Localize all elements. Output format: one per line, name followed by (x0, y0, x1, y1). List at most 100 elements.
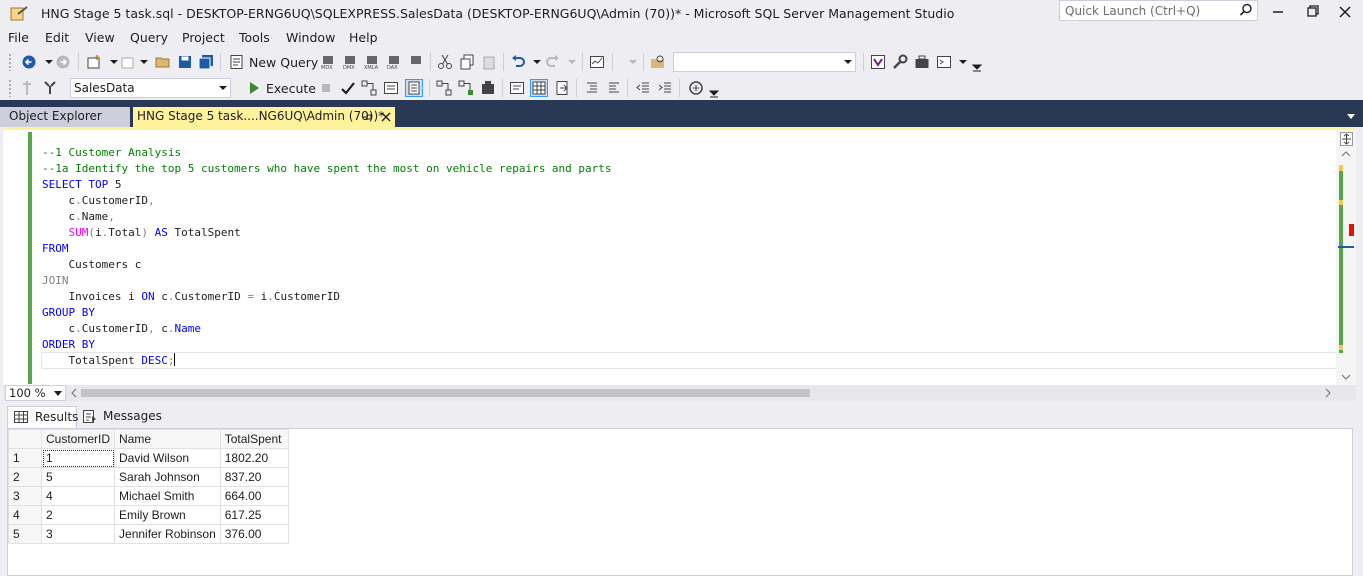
chevron-down-icon[interactable] (564, 54, 580, 70)
row-number[interactable]: 4 (8, 505, 42, 525)
results-to-file-icon[interactable] (554, 80, 570, 96)
cell-name[interactable]: Sarah Johnson (114, 467, 221, 487)
menu-file[interactable]: File (8, 30, 29, 45)
mdx-query-icon[interactable]: MDX (320, 54, 336, 70)
stop-icon[interactable] (318, 80, 334, 96)
code-line[interactable]: SELECT TOP 5 (42, 177, 612, 193)
chevron-down-icon[interactable] (625, 54, 641, 70)
code-line[interactable]: c.CustomerID, c.Name (42, 321, 612, 337)
toolbox-icon[interactable] (914, 54, 930, 70)
new-query-icon[interactable] (229, 54, 245, 70)
cell-totalspent[interactable]: 664.00 (219, 486, 289, 506)
find-combo[interactable] (673, 52, 856, 72)
table-row[interactable]: 2 5 Sarah Johnson 837.20 (8, 467, 289, 487)
tab-object-explorer[interactable]: Object Explorer (0, 107, 130, 127)
comment-out-icon[interactable] (584, 80, 600, 96)
code-line[interactable]: c.Name, (42, 209, 612, 225)
live-stats-icon[interactable] (480, 80, 496, 96)
editor-vertical-scrollbar[interactable] (1336, 130, 1356, 385)
column-header-totalspent[interactable]: TotalSpent (219, 429, 289, 449)
chevron-down-icon[interactable] (529, 54, 545, 70)
code-line[interactable]: Invoices i ON c.CustomerID = i.CustomerI… (42, 289, 612, 305)
table-row[interactable]: 4 2 Emily Brown 617.25 (8, 505, 289, 525)
code-line[interactable]: TotalSpent DESC; (42, 353, 612, 369)
activity-monitor-icon[interactable] (589, 54, 605, 70)
query-options-icon[interactable] (383, 80, 399, 96)
code-line[interactable]: c.CustomerID, (42, 193, 612, 209)
row-number[interactable]: 2 (8, 467, 42, 487)
estimated-plan-icon[interactable] (436, 80, 452, 96)
forward-icon[interactable] (55, 54, 71, 70)
copy-icon[interactable] (459, 54, 475, 70)
code-line[interactable]: ORDER BY (42, 337, 612, 353)
menu-help[interactable]: Help (349, 30, 378, 45)
row-number[interactable]: 1 (8, 448, 42, 468)
cell-customerid[interactable]: 2 (40, 505, 116, 525)
column-header-name[interactable]: Name (114, 429, 221, 449)
sql-code[interactable]: --1 Customer Analysis --1a Identify the t… (42, 145, 612, 369)
menu-project[interactable]: Project (182, 30, 225, 45)
execute-button[interactable]: Execute (266, 81, 316, 96)
cell-customerid[interactable]: 4 (40, 486, 116, 506)
uncomment-icon[interactable] (606, 80, 622, 96)
code-line[interactable]: Customers c (42, 257, 612, 273)
results-to-grid-icon[interactable] (405, 79, 423, 97)
open-icon[interactable] (155, 54, 171, 70)
dax-query-icon[interactable]: DAX (386, 54, 402, 70)
scroll-down-icon[interactable] (1341, 373, 1351, 381)
paste-icon[interactable] (481, 54, 497, 70)
cell-name[interactable]: Jennifer Robinson (114, 524, 221, 544)
row-number[interactable]: 3 (8, 486, 42, 506)
cell-name[interactable]: David Wilson (114, 448, 221, 468)
specify-values-icon[interactable] (688, 80, 704, 96)
connect-icon[interactable] (19, 80, 35, 96)
chevron-down-icon[interactable] (136, 54, 152, 70)
zoom-select[interactable]: 100 % (5, 385, 66, 401)
save-icon[interactable] (177, 54, 193, 70)
code-line[interactable]: GROUP BY (42, 305, 612, 321)
toolbar-grip[interactable] (8, 79, 12, 97)
quick-launch-input[interactable]: Quick Launch (Ctrl+Q) (1059, 0, 1258, 21)
toolbar-grip[interactable] (8, 53, 12, 71)
pin-icon[interactable] (362, 112, 372, 122)
table-row[interactable]: 1 1 David Wilson 1802.20 (8, 448, 289, 468)
column-header-customerid[interactable]: CustomerID (40, 429, 116, 449)
menu-query[interactable]: Query (130, 30, 168, 45)
properties-icon[interactable] (892, 54, 908, 70)
query-editor[interactable]: --1 Customer Analysis --1a Identify the t… (3, 127, 1356, 385)
xmla-query-icon[interactable]: XMLA (364, 54, 380, 70)
find-in-files-icon[interactable] (650, 54, 666, 70)
close-window-button[interactable] (1330, 2, 1360, 22)
cell-name[interactable]: Emily Brown (114, 505, 221, 525)
decrease-indent-icon[interactable] (635, 80, 651, 96)
tab-query[interactable]: HNG Stage 5 task....NG6UQ\Admin (70))* (133, 107, 395, 127)
display-plan-icon[interactable] (361, 80, 377, 96)
add-item-icon[interactable] (120, 54, 136, 70)
table-row[interactable]: 3 4 Michael Smith 664.00 (8, 486, 289, 506)
menu-tools[interactable]: Tools (239, 30, 270, 45)
tab-results[interactable]: Results (7, 406, 78, 428)
back-icon[interactable] (21, 54, 37, 70)
redo-icon[interactable] (545, 54, 561, 70)
terminal-icon[interactable] (936, 54, 952, 70)
table-row[interactable]: 5 3 Jennifer Robinson 376.00 (8, 524, 289, 544)
row-header-corner[interactable] (8, 429, 42, 449)
database-select[interactable]: SalesData (70, 78, 231, 98)
dmx-query-icon[interactable]: DMX (342, 54, 358, 70)
menu-view[interactable]: View (85, 30, 115, 45)
horizontal-scroll-thumb[interactable] (81, 389, 810, 397)
code-line[interactable]: FROM (42, 241, 612, 257)
analysis-query-icon[interactable] (408, 54, 424, 70)
close-tab-icon[interactable] (380, 111, 392, 123)
actual-plan-icon[interactable] (458, 80, 474, 96)
results-to-text-icon[interactable] (509, 80, 525, 96)
scroll-up-icon[interactable] (1341, 150, 1351, 158)
results-grid[interactable]: CustomerID Name TotalSpent 1 1 David Wilso… (7, 428, 1353, 576)
new-query-button[interactable]: New Query (249, 55, 318, 70)
split-icon[interactable] (1340, 132, 1353, 146)
toolbar-overflow-icon[interactable] (706, 83, 722, 99)
parse-check-icon[interactable] (340, 80, 356, 96)
undo-icon[interactable] (510, 54, 526, 70)
tab-messages[interactable]: Messages (79, 406, 162, 428)
cell-totalspent[interactable]: 617.25 (219, 505, 289, 525)
